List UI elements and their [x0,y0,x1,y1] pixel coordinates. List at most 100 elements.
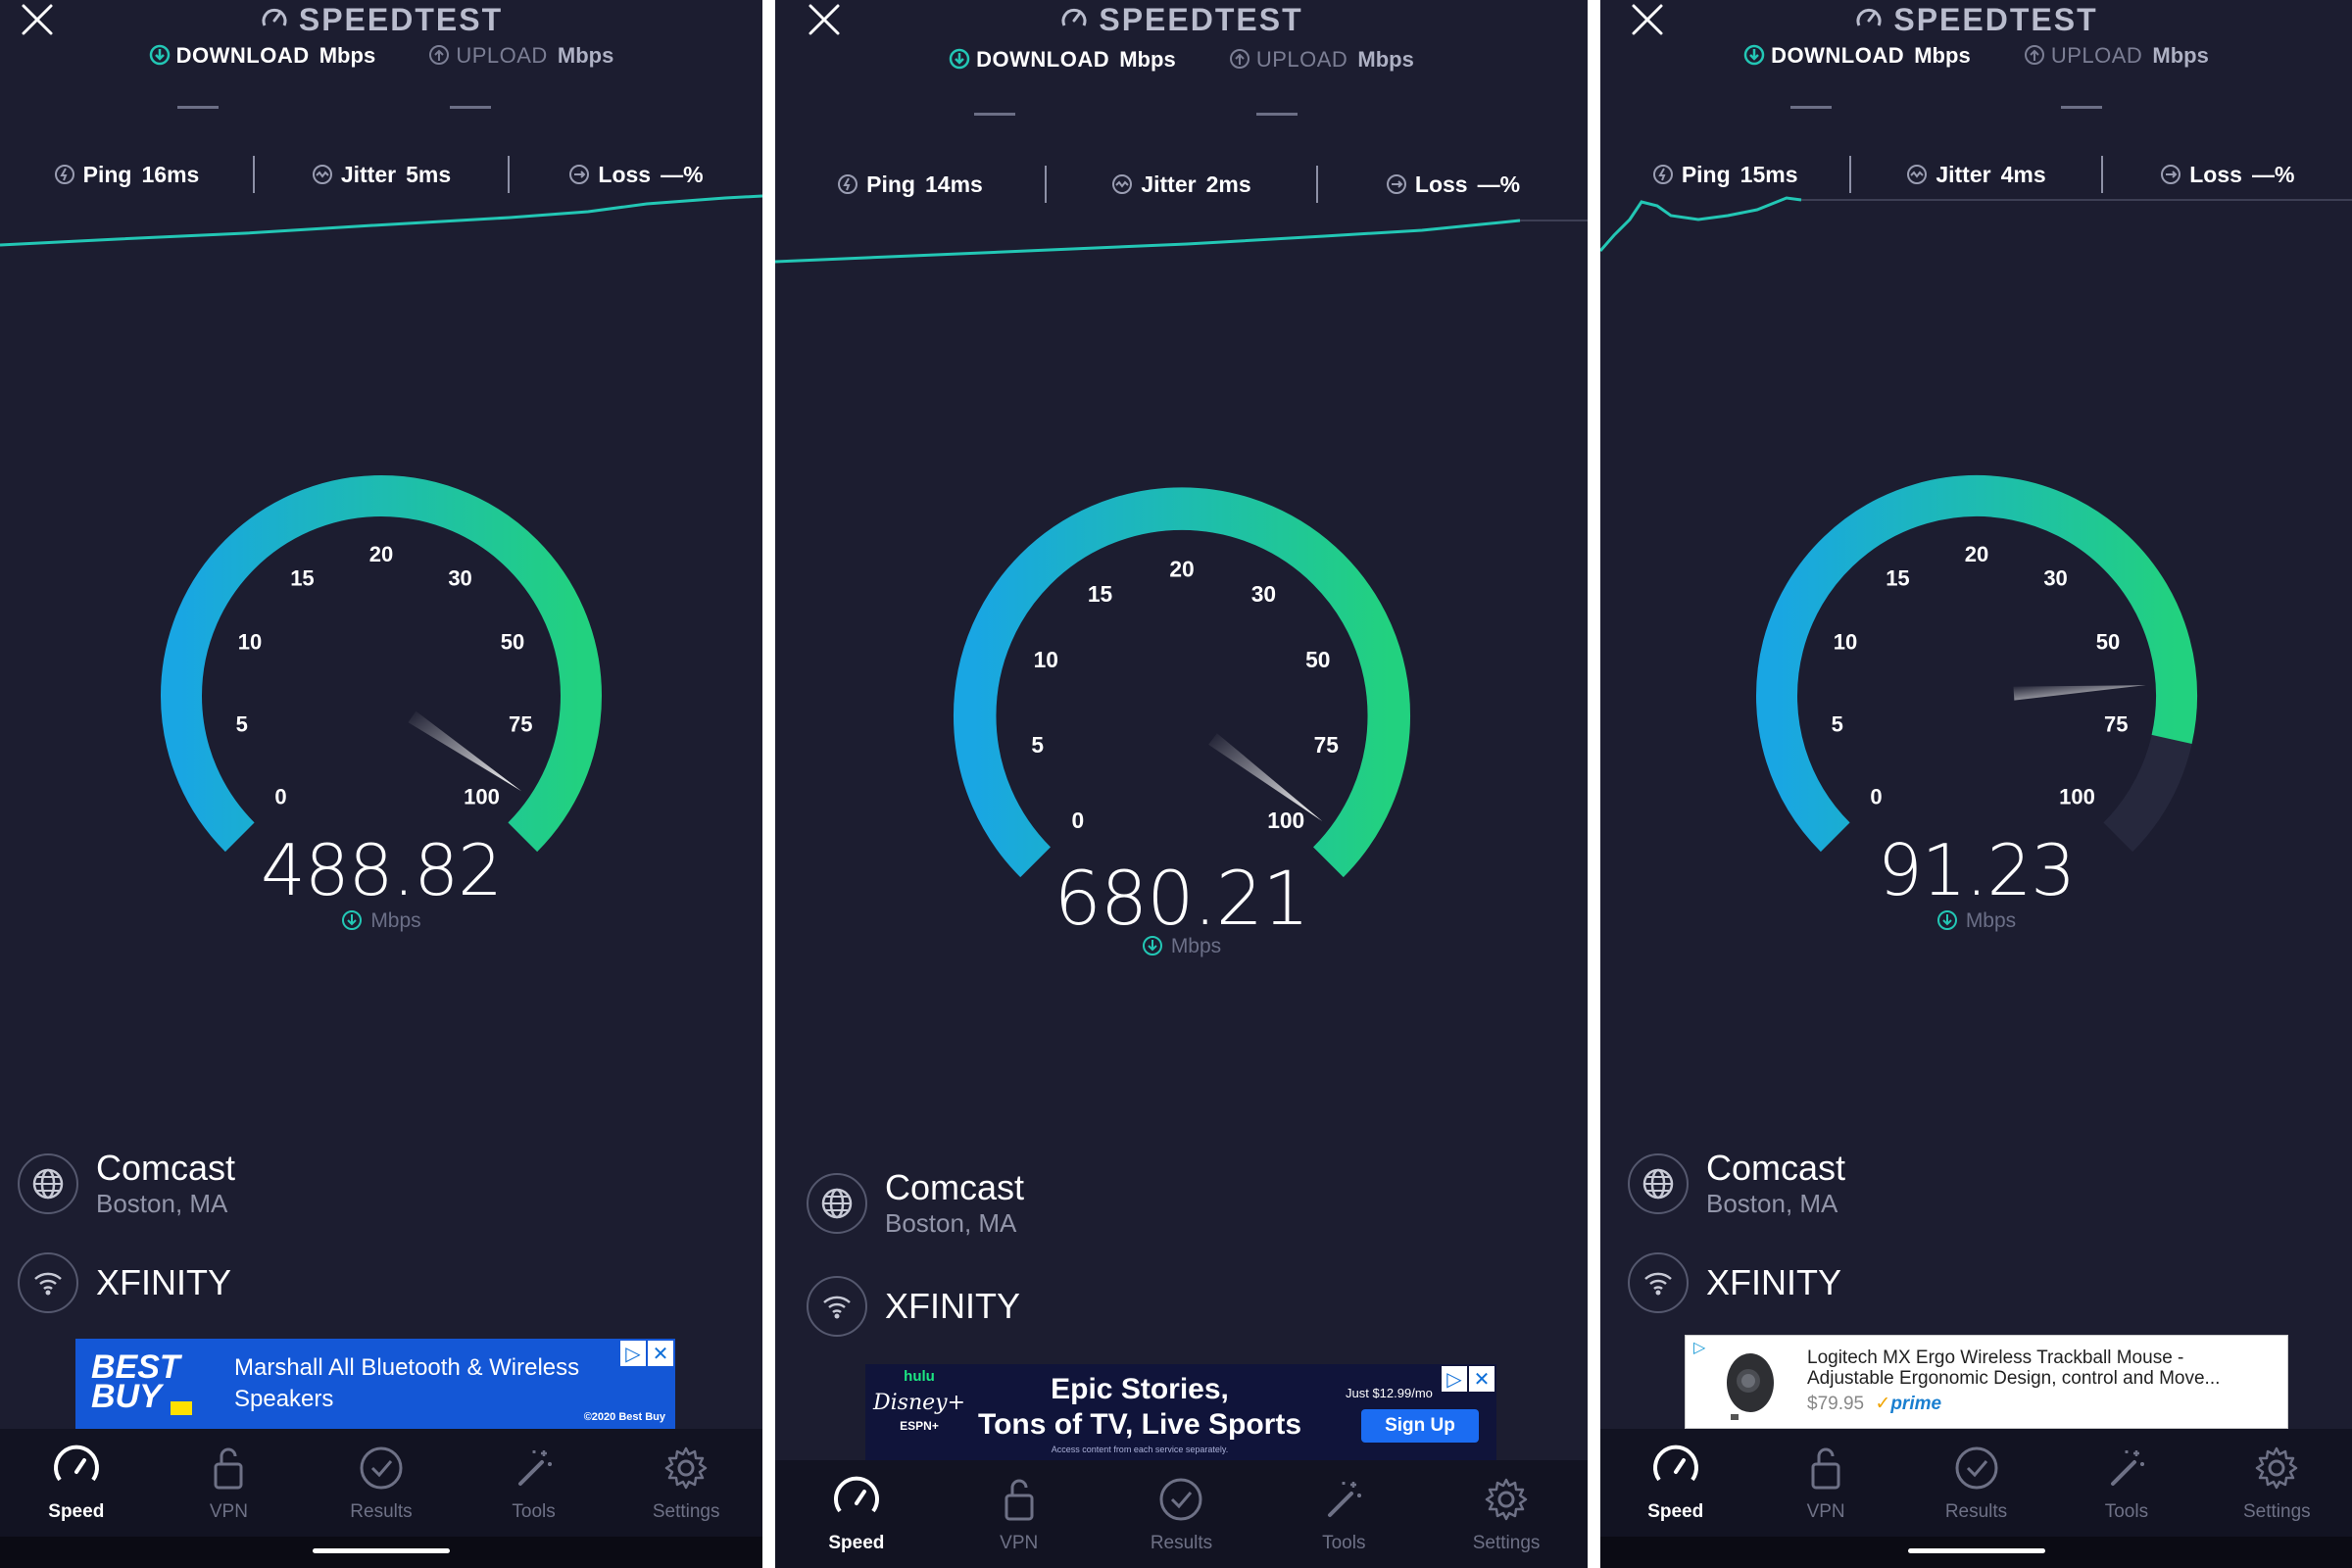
ad-headline-line2: Tons of TV, Live Sports [977,1408,1302,1441]
isp-info[interactable]: Comcast Boston, MA [807,1168,1024,1239]
mode-value-placeholders [1600,106,2352,110]
gauge-tick-label: 50 [501,630,524,655]
upload-arrow-icon [2024,45,2044,65]
tab-tools[interactable]: Tools [458,1443,611,1537]
ad-banner[interactable]: ▷ Logitech MX Ergo Wireless Trackball Mo… [1685,1335,2288,1429]
speed-unit-text: Mbps [1170,935,1222,957]
speed-unit-label: Mbps [775,935,1588,958]
tab-vpn[interactable]: VPN [153,1443,306,1537]
tab-vpn[interactable]: VPN [938,1474,1101,1568]
gauge-needle [1207,733,1322,821]
magic-wand-icon [2110,1450,2144,1486]
ad-headline: Epic Stories, Tons of TV, Live Sports [973,1372,1306,1443]
tab-vpn-label: VPN [209,1501,248,1522]
upload-placeholder-dash [1256,113,1298,116]
gauge-tick-label: 10 [1033,647,1057,672]
magic-wand-icon [517,1450,552,1486]
adchoices-icon[interactable]: ▷ [1442,1366,1467,1392]
download-label: DOWNLOAD [175,43,310,68]
network-name: XFINITY [1706,1262,1842,1302]
adchoices-icon[interactable]: ▷ [1693,1338,1705,1357]
wifi-icon [18,1252,78,1313]
home-indicator[interactable] [1907,1548,2045,1553]
tab-tools-label: Tools [512,1501,556,1522]
upload-label: UPLOAD [456,43,548,68]
download-label: DOWNLOAD [1771,43,1905,68]
adchoices-icon[interactable]: ▷ [620,1341,646,1366]
download-arrow-icon [1743,44,1765,66]
download-unit: Mbps [1119,47,1176,72]
checkmark-circle-icon [1159,1478,1202,1521]
download-mode-tab[interactable]: DOWNLOAD Mbps [149,43,375,69]
upload-label: UPLOAD [2050,43,2143,68]
ad-banner[interactable]: hulu Disney+ ESPN+ Epic Stories, Tons of… [865,1364,1496,1460]
gauge-tick-label: 0 [1870,785,1882,809]
gauge-tick-label: 100 [1267,808,1304,833]
tab-vpn[interactable]: VPN [1750,1443,1900,1537]
ad-close-icon[interactable]: ✕ [648,1341,673,1366]
ad-text: Marshall All Bluetooth & Wireless Speake… [234,1354,580,1412]
gauge-tick-label: 20 [369,542,393,566]
tab-tools-label: Tools [2104,1501,2149,1522]
tab-speed[interactable]: Speed [775,1474,938,1568]
tab-results[interactable]: Results [1101,1474,1263,1568]
home-indicator[interactable] [313,1548,450,1553]
ad-banner[interactable]: BEST BUY Marshall All Bluetooth & Wirele… [75,1339,675,1429]
network-info[interactable]: XFINITY [1628,1252,1841,1313]
checkmark-circle-icon [360,1446,403,1490]
gauge-tick-label: 15 [1087,581,1112,607]
download-arrow-icon [1936,910,1957,930]
upload-mode-tab[interactable]: UPLOAD Mbps [1229,47,1414,73]
speedtest-screen-3: SPEEDTEST DOWNLOAD Mbps UPLOAD Mbps Ping… [1600,0,2352,1568]
wifi-icon [1628,1252,1689,1313]
tab-results-label: Results [350,1501,413,1522]
bottom-tab-bar: Speed VPN Results Tools Settings [1600,1429,2352,1537]
tab-speed[interactable]: Speed [1600,1443,1750,1537]
tab-results-label: Results [1150,1533,1213,1553]
tab-results[interactable]: Results [305,1443,458,1537]
app-title: SPEEDTEST [0,2,762,38]
gauge-tick-label: 30 [2043,565,2067,590]
lock-icon [1811,1447,1840,1490]
gauge-tick-label: 50 [2095,630,2119,655]
isp-location: Boston, MA [96,1189,228,1218]
ad-headline-line1: Epic Stories, [1051,1373,1229,1405]
speed-unit-label: Mbps [1600,909,2352,933]
speedometer-icon [1061,8,1087,26]
trackball-mouse-image [1727,1353,1774,1420]
isp-info[interactable]: Comcast Boston, MA [18,1149,235,1219]
download-arrow-icon [1142,936,1162,956]
globe-icon [1628,1153,1689,1214]
lock-icon [1004,1479,1034,1521]
prime-check-icon: ✓ [1875,1394,1891,1414]
download-arrow-icon [149,44,170,66]
download-mode-tab[interactable]: DOWNLOAD Mbps [1743,43,1971,69]
speedtest-screen-1: SPEEDTEST DOWNLOAD Mbps UPLOAD Mbps Ping… [0,0,762,1568]
download-speed-value: 91.23 [1877,829,2076,911]
tab-tools[interactable]: Tools [1262,1474,1425,1568]
upload-mode-tab[interactable]: UPLOAD Mbps [2024,43,2209,69]
network-info[interactable]: XFINITY [18,1252,231,1313]
ad-price-value: $79.95 [1807,1394,1865,1414]
tab-settings[interactable]: Settings [2202,1443,2352,1537]
speed-unit-label: Mbps [0,909,762,933]
isp-info[interactable]: Comcast Boston, MA [1628,1149,1845,1219]
upload-unit: Mbps [2152,43,2209,68]
ad-close-icon[interactable]: ✕ [1469,1366,1494,1392]
gauge-tick-label: 10 [238,630,262,655]
ad-product-title: Logitech MX Ergo Wireless Trackball Mous… [1807,1348,2221,1389]
tab-settings[interactable]: Settings [1425,1474,1588,1568]
speedometer-icon [53,1445,99,1482]
tab-settings[interactable]: Settings [610,1443,762,1537]
download-mode-tab[interactable]: DOWNLOAD Mbps [949,47,1176,73]
tab-results[interactable]: Results [1901,1443,2051,1537]
tab-tools[interactable]: Tools [2051,1443,2201,1537]
sign-up-button[interactable]: Sign Up [1361,1409,1479,1443]
gauge-tick-label: 5 [236,711,248,736]
download-placeholder-dash [177,106,219,109]
tab-results-label: Results [1944,1501,2008,1522]
upload-placeholder-dash [2061,106,2102,109]
upload-mode-tab[interactable]: UPLOAD Mbps [428,43,613,69]
tab-speed[interactable]: Speed [0,1443,153,1537]
network-info[interactable]: XFINITY [807,1276,1020,1337]
